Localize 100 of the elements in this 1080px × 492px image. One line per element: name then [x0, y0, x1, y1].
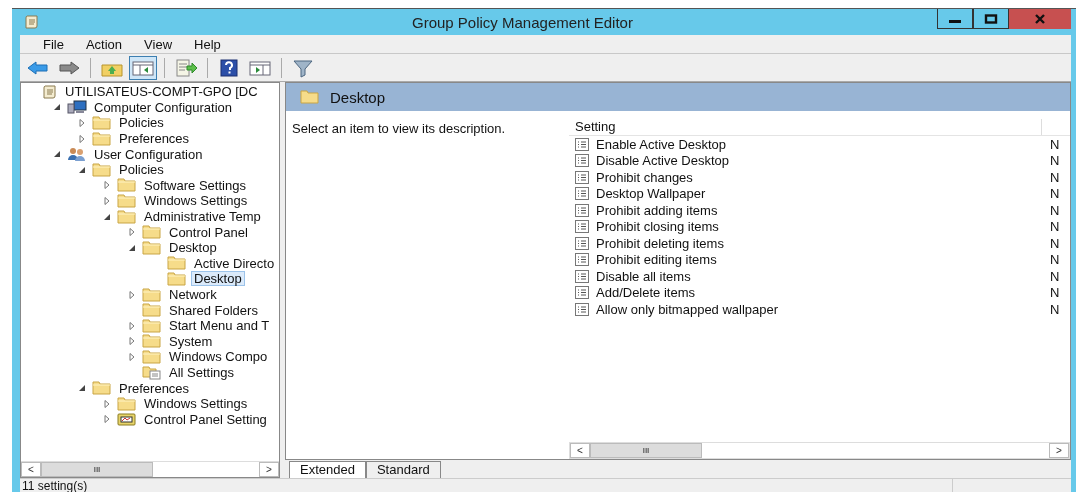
scrollbar[interactable]: < III > [569, 442, 1070, 459]
folder-icon [142, 349, 162, 364]
expanded-arrow-icon[interactable] [78, 165, 86, 174]
expanded-arrow-icon[interactable] [53, 150, 61, 159]
folder-icon [142, 334, 162, 349]
folder-icon [142, 225, 162, 240]
scroll-icon [42, 84, 58, 99]
scroll-right-button[interactable]: > [1049, 443, 1069, 458]
tree-item[interactable]: Policies [116, 115, 167, 131]
maximize-button[interactable] [973, 9, 1009, 29]
collapsed-arrow-icon[interactable] [128, 337, 136, 346]
column-header[interactable]: Setting [569, 119, 1042, 135]
menu-item[interactable]: View [133, 36, 184, 52]
tree-item[interactable]: Start Menu and T [166, 318, 273, 334]
minimize-button[interactable] [937, 9, 973, 29]
scroll-left-button[interactable]: < [570, 443, 590, 458]
tree-item[interactable]: All Settings [166, 365, 238, 380]
menu-item[interactable]: File [32, 36, 75, 52]
tree-item[interactable]: Network [166, 287, 220, 302]
collapsed-arrow-icon[interactable] [103, 196, 111, 205]
folder-icon [167, 271, 187, 286]
policy-setting-icon [575, 253, 589, 267]
collapsed-arrow-icon[interactable] [103, 415, 111, 424]
settings-list-icon [142, 365, 162, 380]
expanded-arrow-icon[interactable] [53, 103, 61, 112]
tree-item[interactable]: Windows Settings [141, 396, 251, 412]
expanded-arrow-icon[interactable] [128, 243, 136, 252]
policy-setting-icon [575, 269, 589, 283]
tree-item[interactable]: Shared Folders [166, 302, 261, 318]
minimize-icon [949, 20, 961, 23]
scroll-left-button[interactable]: < [21, 462, 41, 477]
scroll-thumb[interactable]: III [590, 443, 702, 458]
tree-item[interactable]: Control Panel [166, 224, 251, 240]
collapsed-arrow-icon[interactable] [78, 134, 86, 143]
setting-name[interactable]: Disable all items [596, 268, 1050, 284]
policy-setting-icon [575, 236, 589, 250]
table-cell: N [1050, 285, 1060, 301]
maximize-icon [984, 13, 998, 24]
setting-name[interactable]: Disable Active Desktop [596, 153, 1050, 169]
expanded-arrow-icon[interactable] [103, 212, 111, 221]
view-tab[interactable]: Standard [365, 461, 441, 478]
table-cell: N [1050, 169, 1060, 185]
tree-item[interactable]: Control Panel Setting [141, 411, 270, 427]
tree-item[interactable]: Preferences [116, 131, 193, 147]
collapsed-arrow-icon[interactable] [103, 181, 111, 190]
policy-setting-icon [575, 137, 589, 151]
tree-item[interactable]: Policies [116, 162, 167, 178]
setting-name[interactable]: Allow only bitmapped wallpaper [596, 301, 1050, 317]
tree-item[interactable]: Administrative Temp [141, 209, 264, 225]
tree-item[interactable]: Windows Settings [141, 193, 251, 209]
setting-name[interactable]: Prohibit closing items [596, 219, 1050, 235]
tree-item[interactable]: Windows Compo [166, 349, 271, 365]
folder-icon [92, 116, 112, 130]
collapsed-arrow-icon[interactable] [103, 399, 111, 408]
setting-name[interactable]: Enable Active Desktop [596, 136, 1050, 152]
tree-item[interactable]: Software Settings [141, 177, 249, 193]
tree-item[interactable]: System [166, 333, 216, 349]
table-cell: N [1050, 186, 1060, 202]
collapsed-arrow-icon[interactable] [128, 321, 136, 330]
collapsed-arrow-icon[interactable] [78, 119, 86, 127]
table-cell: N [1050, 153, 1060, 169]
setting-name[interactable]: Desktop Wallpaper [596, 186, 1050, 202]
scroll-right-button[interactable]: > [259, 462, 279, 477]
policy-setting-icon [575, 203, 589, 217]
folder-icon [117, 396, 137, 411]
menu-item[interactable]: Action [74, 36, 134, 52]
folder-icon [300, 90, 320, 104]
tree-item[interactable]: Computer Configuration [91, 99, 236, 115]
panel-title: Desktop [330, 88, 386, 106]
collapsed-arrow-icon[interactable] [128, 228, 136, 237]
close-button[interactable] [1009, 9, 1071, 29]
folder-icon [167, 256, 187, 271]
tree-item[interactable]: Desktop [191, 271, 245, 287]
menu-item[interactable]: Help [183, 36, 232, 52]
expanded-arrow-icon[interactable] [78, 384, 86, 393]
computer-icon [67, 100, 87, 115]
collapsed-arrow-icon[interactable] [128, 290, 136, 299]
tree-item[interactable]: Preferences [116, 380, 193, 396]
setting-name[interactable]: Prohibit adding items [596, 202, 1050, 218]
setting-name[interactable]: Prohibit changes [596, 169, 1050, 185]
collapsed-arrow-icon[interactable] [128, 352, 136, 361]
scrollbar[interactable]: < III > [21, 461, 279, 477]
setting-name[interactable]: Prohibit deleting items [596, 235, 1050, 251]
tree-item[interactable]: Desktop [166, 240, 220, 256]
view-tab[interactable]: Extended [289, 461, 366, 478]
scroll-thumb[interactable]: III [41, 462, 153, 477]
setting-name[interactable]: Add/Delete items [596, 285, 1050, 301]
setting-name[interactable]: Prohibit editing items [596, 252, 1050, 268]
table-cell: N [1050, 136, 1060, 152]
tree-item[interactable]: UTILISATEUS-COMPT-GPO [DC [62, 84, 261, 100]
table-cell: N [1050, 235, 1060, 251]
folder-icon [142, 240, 162, 255]
tree-item[interactable]: User Configuration [91, 146, 206, 162]
policy-setting-icon [575, 187, 589, 201]
table-cell: N [1050, 219, 1060, 235]
policy-setting-icon [575, 302, 589, 316]
pane-toggle-icon[interactable] [129, 55, 157, 80]
tree-item[interactable]: Active Directo [191, 255, 278, 271]
policy-setting-icon [575, 286, 589, 300]
policy-setting-icon [575, 154, 589, 168]
